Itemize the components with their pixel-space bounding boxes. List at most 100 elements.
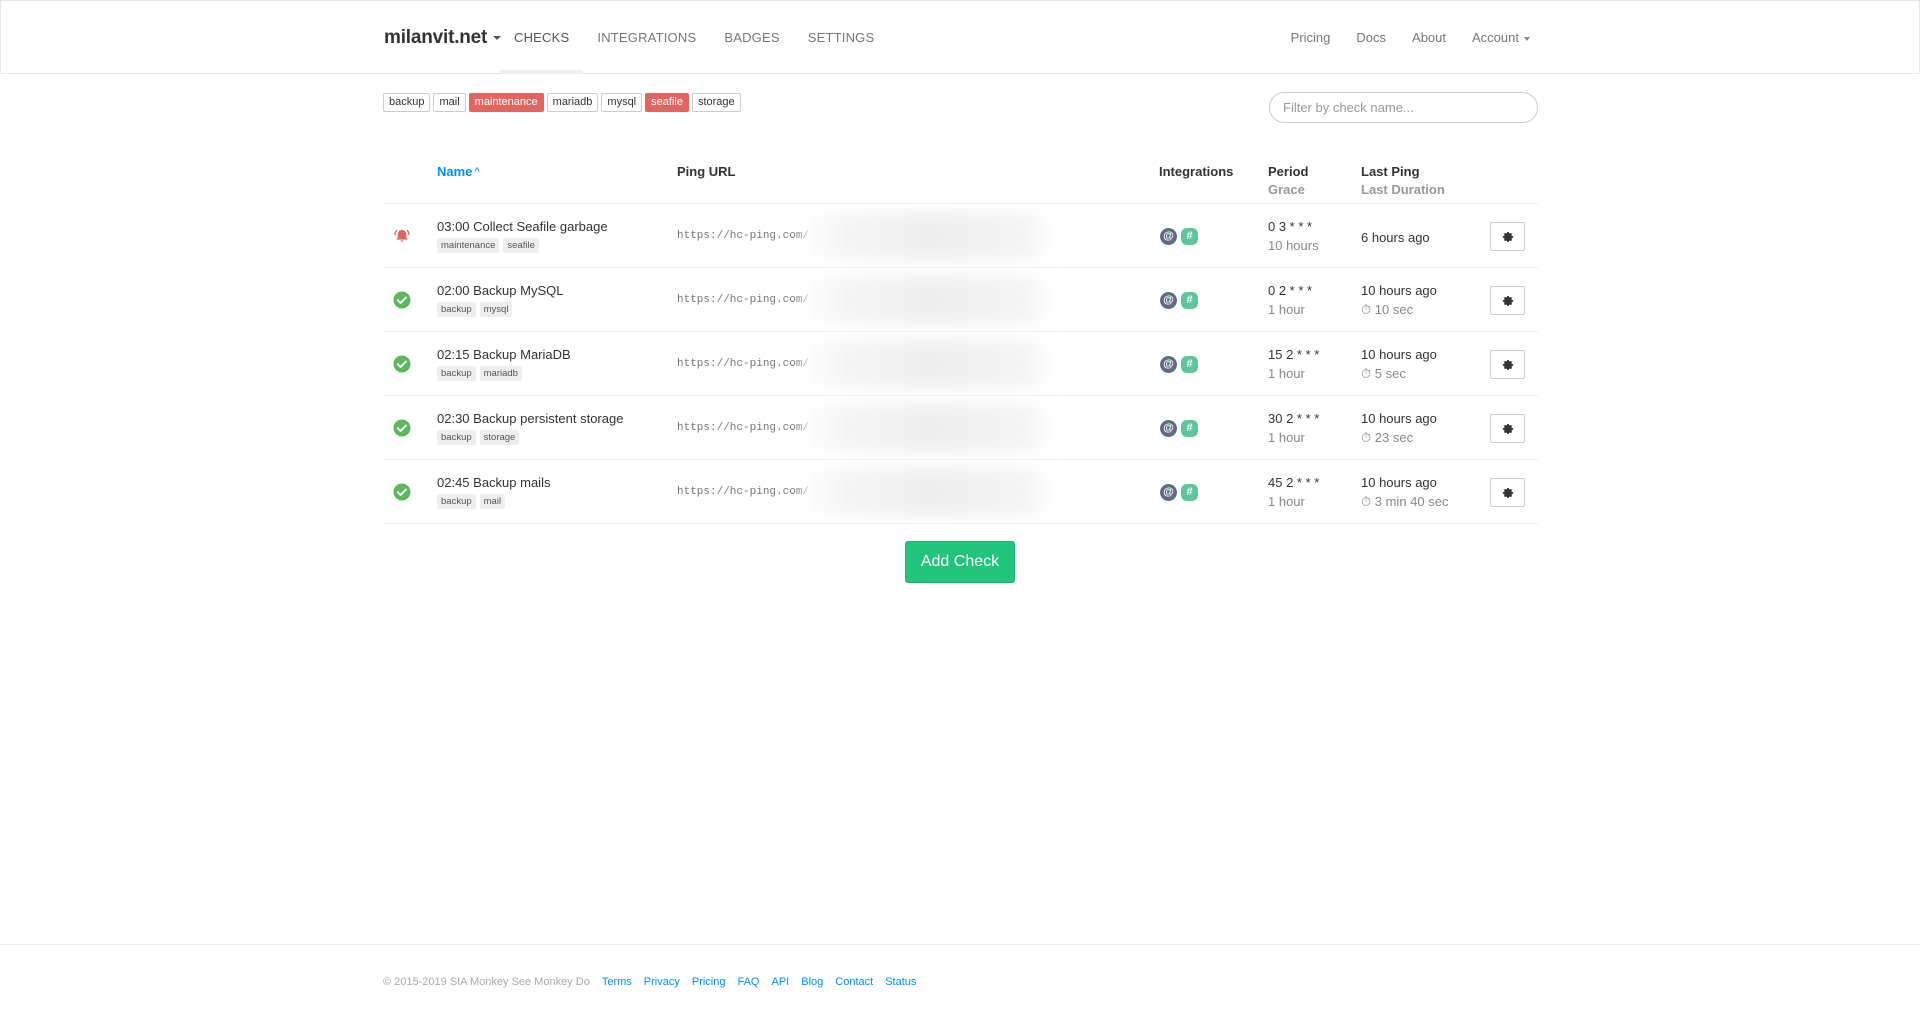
table-row[interactable]: 03:00 Collect Seafile garbage maintenance… bbox=[383, 204, 1538, 268]
email-integration-icon[interactable]: @ bbox=[1160, 420, 1177, 437]
check-grace[interactable]: 1 hour bbox=[1268, 366, 1305, 381]
slack-integration-icon[interactable]: # bbox=[1181, 484, 1198, 501]
slack-integration-icon[interactable]: # bbox=[1181, 292, 1198, 309]
nav-badges[interactable]: BADGES bbox=[710, 1, 793, 74]
check-tag[interactable]: mail bbox=[479, 494, 506, 509]
grace-header-label: Grace bbox=[1268, 182, 1305, 197]
last-ping[interactable]: 10 hours ago bbox=[1361, 347, 1437, 362]
nav-docs[interactable]: Docs bbox=[1343, 1, 1399, 74]
check-period[interactable]: 45 2 * * * bbox=[1268, 475, 1319, 490]
nav-account[interactable]: Account bbox=[1459, 1, 1543, 74]
tag-filter-maintenance[interactable]: maintenance bbox=[468, 93, 544, 112]
footer-link-api[interactable]: API bbox=[772, 976, 790, 988]
last-ping-header-label: Last Ping bbox=[1361, 164, 1420, 179]
check-grace[interactable]: 1 hour bbox=[1268, 302, 1305, 317]
ping-url[interactable]: https://hc-ping.com/ bbox=[677, 294, 809, 306]
table-row[interactable]: 02:00 Backup MySQL backup mysql https://hc-… bbox=[383, 268, 1538, 332]
table-body: 03:00 Collect Seafile garbage maintenance… bbox=[383, 204, 1538, 524]
footer-link-faq[interactable]: FAQ bbox=[737, 976, 759, 988]
check-name[interactable]: 02:45 Backup mails bbox=[437, 475, 550, 490]
check-tag[interactable]: maintenance bbox=[437, 238, 500, 253]
redacted-ping-code bbox=[803, 340, 1058, 388]
check-settings-button[interactable] bbox=[1490, 350, 1525, 379]
nav-settings[interactable]: SETTINGS bbox=[794, 1, 889, 74]
footer-link-contact[interactable]: Contact bbox=[835, 976, 873, 988]
tag-filter-mysql[interactable]: mysql bbox=[601, 93, 643, 112]
ping-url[interactable]: https://hc-ping.com/ bbox=[677, 422, 809, 434]
table-row[interactable]: 02:15 Backup MariaDB backup mariadb https:/… bbox=[383, 332, 1538, 396]
last-duration-value: 10 sec bbox=[1374, 302, 1414, 317]
check-settings-button[interactable] bbox=[1490, 286, 1525, 315]
ping-url[interactable]: https://hc-ping.com/ bbox=[677, 486, 809, 498]
last-duration-value: 23 sec bbox=[1374, 430, 1414, 445]
slack-integration-icon[interactable]: # bbox=[1181, 228, 1198, 245]
check-settings-button[interactable] bbox=[1490, 222, 1525, 251]
footer-link-blog[interactable]: Blog bbox=[801, 976, 823, 988]
check-name[interactable]: 03:00 Collect Seafile garbage bbox=[437, 219, 608, 234]
last-ping[interactable]: 10 hours ago bbox=[1361, 283, 1437, 298]
check-grace[interactable]: 1 hour bbox=[1268, 430, 1305, 445]
check-settings-button[interactable] bbox=[1490, 414, 1525, 443]
check-period[interactable]: 0 3 * * * bbox=[1268, 219, 1312, 234]
check-tag[interactable]: backup bbox=[437, 430, 476, 445]
check-tags: maintenance seafile bbox=[437, 238, 539, 253]
footer-link-pricing[interactable]: Pricing bbox=[692, 976, 726, 988]
email-integration-icon[interactable]: @ bbox=[1160, 228, 1177, 245]
tag-filter-backup[interactable]: backup bbox=[383, 93, 431, 112]
table-row[interactable]: 02:45 Backup mails backup mail https://hc-p… bbox=[383, 460, 1538, 524]
check-settings-button[interactable] bbox=[1490, 478, 1525, 507]
check-period[interactable]: 0 2 * * * bbox=[1268, 283, 1312, 298]
stopwatch-icon: ⏱ bbox=[1361, 430, 1375, 445]
check-name[interactable]: 02:00 Backup MySQL bbox=[437, 283, 563, 298]
tag-filter-mail[interactable]: mail bbox=[433, 93, 466, 112]
footer-content: © 2015-2019 SIA Monkey See Monkey Do Ter… bbox=[383, 976, 916, 988]
column-header-last-ping: Last Ping Last Duration bbox=[1361, 164, 1445, 197]
email-integration-icon[interactable]: @ bbox=[1160, 484, 1177, 501]
footer-link-privacy[interactable]: Privacy bbox=[644, 976, 680, 988]
tag-filter-seafile[interactable]: seafile bbox=[645, 93, 689, 112]
last-duration-header-label: Last Duration bbox=[1361, 182, 1445, 197]
slack-integration-icon[interactable]: # bbox=[1181, 420, 1198, 437]
check-tags: backup storage bbox=[437, 430, 520, 445]
column-header-ping-url: Ping URL bbox=[677, 164, 736, 179]
nav-pricing[interactable]: Pricing bbox=[1278, 1, 1344, 74]
footer-link-terms[interactable]: Terms bbox=[602, 976, 632, 988]
nav-about[interactable]: About bbox=[1399, 1, 1459, 74]
last-ping[interactable]: 10 hours ago bbox=[1361, 411, 1437, 426]
table-header: Name ^ Ping URL Integrations Period Grace … bbox=[383, 158, 1538, 204]
table-row[interactable]: 02:30 Backup persistent storage backup sto… bbox=[383, 396, 1538, 460]
slack-integration-icon[interactable]: # bbox=[1181, 356, 1198, 373]
tag-filter-storage[interactable]: storage bbox=[691, 93, 741, 112]
check-grace[interactable]: 1 hour bbox=[1268, 494, 1305, 509]
ping-url[interactable]: https://hc-ping.com/ bbox=[677, 230, 809, 242]
check-tag[interactable]: mysql bbox=[479, 302, 513, 317]
email-integration-icon[interactable]: @ bbox=[1160, 292, 1177, 309]
name-header-label: Name bbox=[437, 164, 473, 179]
check-name[interactable]: 02:15 Backup MariaDB bbox=[437, 347, 571, 362]
check-tag[interactable]: backup bbox=[437, 366, 476, 381]
check-period[interactable]: 30 2 * * * bbox=[1268, 411, 1319, 426]
status-up-check-icon bbox=[393, 483, 411, 501]
check-tag[interactable]: backup bbox=[437, 494, 476, 509]
check-tag[interactable]: seafile bbox=[503, 238, 539, 253]
last-ping[interactable]: 10 hours ago bbox=[1361, 475, 1437, 490]
last-ping[interactable]: 6 hours ago bbox=[1361, 230, 1430, 245]
check-tag[interactable]: storage bbox=[479, 430, 520, 445]
email-integration-icon[interactable]: @ bbox=[1160, 356, 1177, 373]
nav-checks[interactable]: CHECKS bbox=[500, 1, 584, 74]
check-grace[interactable]: 10 hours bbox=[1268, 238, 1319, 253]
column-header-name[interactable]: Name ^ bbox=[437, 164, 480, 179]
nav-integrations[interactable]: INTEGRATIONS bbox=[583, 1, 710, 74]
project-switcher[interactable]: milanvit.net bbox=[384, 27, 502, 49]
footer-link-status[interactable]: Status bbox=[885, 976, 916, 988]
check-name[interactable]: 02:30 Backup persistent storage bbox=[437, 411, 623, 426]
check-tags: backup mariadb bbox=[437, 366, 522, 381]
check-tag[interactable]: backup bbox=[437, 302, 476, 317]
check-period[interactable]: 15 2 * * * bbox=[1268, 347, 1319, 362]
ping-url[interactable]: https://hc-ping.com/ bbox=[677, 358, 809, 370]
tag-filter-mariadb[interactable]: mariadb bbox=[546, 93, 599, 112]
redacted-ping-code bbox=[803, 468, 1058, 516]
filter-by-name-input[interactable] bbox=[1269, 92, 1538, 123]
check-tag[interactable]: mariadb bbox=[479, 366, 522, 381]
add-check-button[interactable]: Add Check bbox=[905, 541, 1015, 583]
